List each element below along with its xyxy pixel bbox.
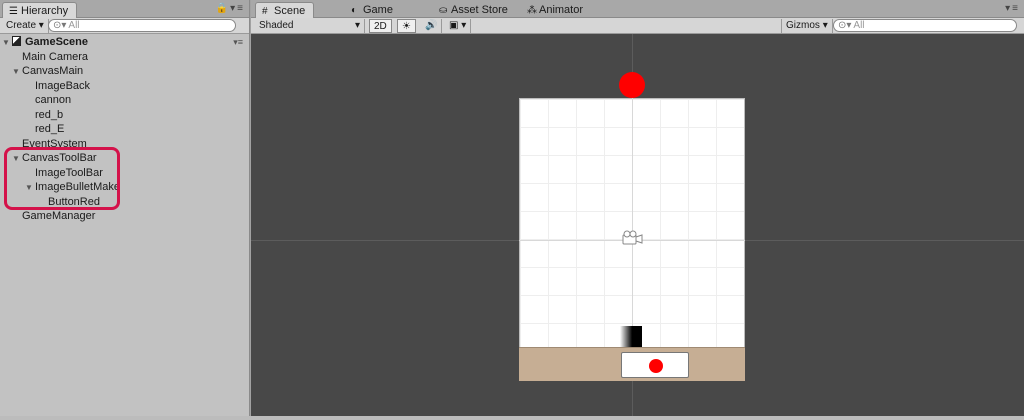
shading-mode-value: Shaded — [259, 20, 294, 31]
tree-item-label: ImageBulletMake — [35, 181, 120, 193]
button-red[interactable] — [621, 352, 689, 378]
tree-row-canvasmain[interactable]: ▼ CanvasMain — [0, 64, 249, 79]
tree-row-red-b[interactable]: red_b — [0, 108, 249, 123]
button-red-ball-icon — [649, 359, 663, 373]
scene-toolbar: Shaded ▾ 2D ☀ 🔊 ▣ ▾ Gizmos ▾ ⊙▾ All — [251, 18, 1024, 34]
tree-row-gamemanager[interactable]: GameManager — [0, 209, 249, 224]
gizmos-dropdown[interactable]: Gizmos ▾ — [781, 19, 833, 33]
tree-item-label: Main Camera — [22, 50, 89, 63]
search-icon: ⊙▾ — [838, 20, 852, 31]
tree-item-label: red_b — [35, 108, 64, 121]
expand-arrow-icon[interactable]: ▼ — [2, 36, 12, 51]
tab-game-label: Game — [363, 4, 393, 16]
scene-grid-icon: # — [262, 6, 268, 17]
create-button-label: Create — [6, 20, 37, 31]
tab-game[interactable]: ◐ Game — [345, 2, 401, 18]
tree-item-label: red_E — [35, 123, 65, 135]
tree-row-imagebulletmake[interactable]: ▼ ImageBulletMake — [0, 180, 249, 195]
expand-arrow-icon[interactable]: ▼ — [12, 65, 22, 80]
toggle-2d-label: 2D — [374, 21, 387, 32]
hierarchy-tabstrip: ☰ Hierarchy 🔒▾≡ — [0, 0, 249, 18]
tab-hierarchy-label: Hierarchy — [21, 5, 69, 17]
toggle-2d-button[interactable]: 2D — [369, 19, 392, 33]
scene-search-placeholder: All — [853, 20, 865, 31]
chevron-down-icon: ▾ — [38, 20, 44, 31]
scene-name: GameScene — [25, 36, 88, 48]
tab-asset-store[interactable]: ⛀ Asset Store — [433, 2, 516, 18]
cannon-image[interactable] — [620, 326, 642, 348]
scene-panel-menu[interactable]: ▾≡ — [1005, 3, 1020, 14]
game-pacman-icon: ◐ — [351, 5, 358, 16]
tree-item-label: ButtonRed — [48, 195, 100, 208]
chevron-down-icon: ▾ — [822, 20, 828, 31]
panel-controls: 🔒▾≡ — [216, 3, 245, 14]
red-enemy-ball[interactable] — [619, 72, 645, 98]
tree-row-buttonred[interactable]: ButtonRed — [0, 195, 249, 210]
image-icon: ▣ — [449, 20, 459, 31]
tree-row-main-camera[interactable]: Main Camera — [0, 50, 249, 65]
scene-viewport[interactable] — [251, 34, 1024, 416]
tab-hierarchy[interactable]: ☰ Hierarchy — [2, 2, 78, 18]
tree-item-label: GameManager — [22, 210, 96, 222]
tree-item-label: cannon — [35, 94, 72, 106]
animator-icon: ⁂ — [527, 5, 537, 16]
scene-panel: # Scene ◐ Game ⛀ Asset Store ⁂ Animator ▾≡ S… — [251, 0, 1024, 416]
hierarchy-panel: ☰ Hierarchy 🔒▾≡ Create ▾ ⊙▾ All ▼ GameScene… — [0, 0, 250, 416]
panel-menu-icon[interactable]: ▾≡ — [230, 3, 245, 14]
tree-row-red-e[interactable]: red_E — [0, 122, 249, 137]
gizmos-label: Gizmos — [786, 20, 820, 31]
list-icon: ☰ — [9, 6, 18, 17]
scene-effects-button[interactable]: ▣ ▾ — [445, 19, 472, 33]
tree-row-imageback[interactable]: ImageBack — [0, 79, 249, 94]
chevron-down-icon: ▾ — [461, 20, 467, 31]
shading-mode-dropdown[interactable]: Shaded ▾ — [255, 19, 365, 33]
lock-icon[interactable]: 🔒 — [216, 3, 230, 14]
tree-item-label: ImageToolBar — [35, 166, 103, 179]
create-button[interactable]: Create ▾ — [2, 19, 49, 33]
tab-scene-label: Scene — [274, 5, 306, 17]
audio-icon: 🔊 — [425, 20, 438, 31]
panel-menu-icon[interactable]: ▾≡ — [1005, 3, 1020, 14]
scene-search-input[interactable]: ⊙▾ All — [833, 19, 1017, 32]
tree-row-canvastoolbar[interactable]: ▼ CanvasToolBar — [0, 151, 249, 166]
tab-scene[interactable]: # Scene — [255, 2, 315, 18]
scene-audio-button[interactable]: 🔊 — [421, 19, 443, 33]
tree-row-imagetoolbar[interactable]: ImageToolBar — [0, 166, 249, 181]
expand-arrow-icon[interactable]: ▼ — [12, 152, 22, 167]
tree-item-label: CanvasMain — [22, 65, 84, 77]
chevron-down-icon: ▾ — [354, 20, 360, 31]
tree-row-cannon[interactable]: cannon — [0, 93, 249, 108]
scene-tabstrip: # Scene ◐ Game ⛀ Asset Store ⁂ Animator ▾≡ — [251, 0, 1024, 18]
camera-gizmo-icon[interactable] — [621, 230, 645, 246]
tree-item-label: ImageBack — [35, 79, 91, 92]
tab-animator[interactable]: ⁂ Animator — [521, 2, 591, 18]
sun-icon: ☀ — [402, 21, 411, 32]
tree-row-scene[interactable]: ▼ GameScene ▾≡ — [0, 35, 249, 50]
scene-unity-icon — [12, 36, 21, 46]
tree-row-eventsystem[interactable]: EventSystem — [0, 137, 249, 152]
expand-arrow-icon[interactable]: ▼ — [25, 181, 35, 196]
hierarchy-search-input[interactable]: ⊙▾ All — [48, 19, 236, 32]
tab-animator-label: Animator — [539, 4, 584, 16]
hierarchy-toolbar: Create ▾ ⊙▾ All — [0, 18, 249, 34]
scene-lighting-button[interactable]: ☀ — [397, 19, 416, 33]
tree-item-label: EventSystem — [22, 137, 87, 150]
tree-item-label: CanvasToolBar — [22, 152, 97, 164]
hierarchy-search-placeholder: All — [68, 20, 80, 31]
store-bag-icon: ⛀ — [439, 5, 448, 16]
tab-asset-store-label: Asset Store — [451, 4, 508, 16]
bottom-status-strip — [0, 416, 1024, 420]
search-icon: ⊙▾ — [53, 20, 67, 31]
scene-menu-icon[interactable]: ▾≡ — [233, 35, 243, 50]
